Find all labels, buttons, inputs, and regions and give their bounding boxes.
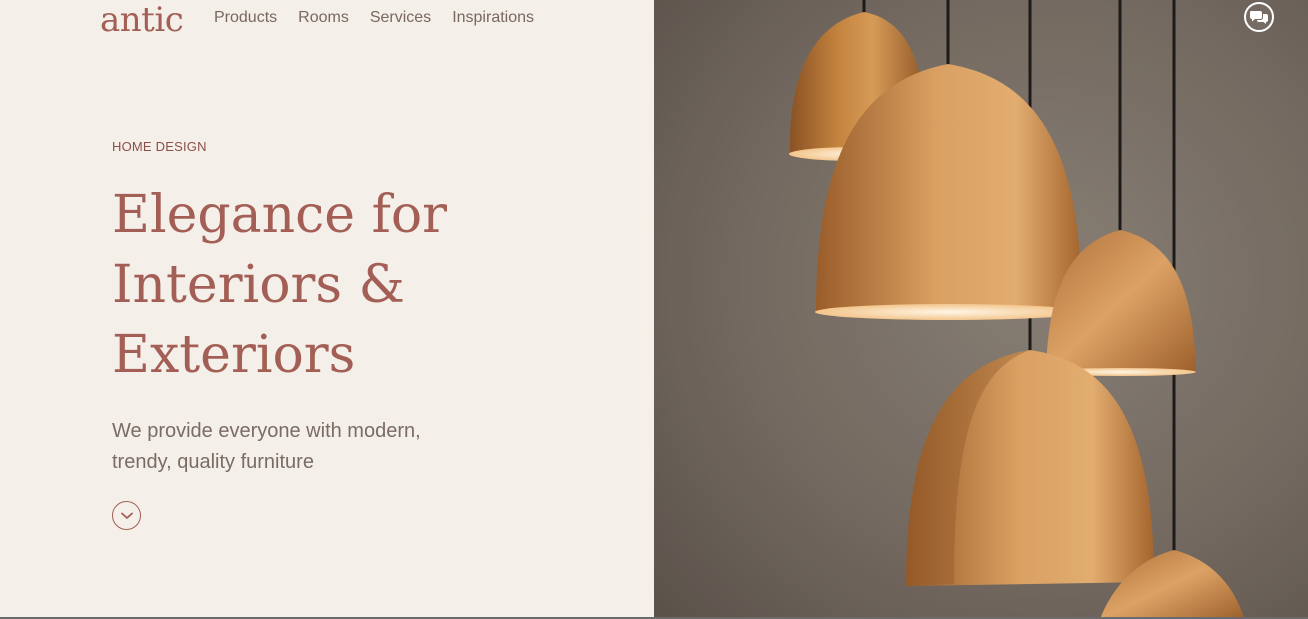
hero-eyebrow: HOME DESIGN [112,139,207,154]
hero-headline: Elegance for Interiors & Exteriors [112,180,592,390]
chevron-down-icon [120,512,133,519]
nav-item-products[interactable]: Products [214,9,277,27]
nav-item-inspirations[interactable]: Inspirations [452,9,534,27]
headline-line-2: Interiors & [112,255,405,315]
chat-button[interactable] [1244,2,1274,32]
nav-item-rooms[interactable]: Rooms [298,9,349,27]
hero-text-panel: antic Products Rooms Services Inspiratio… [0,0,654,619]
nav-item-services[interactable]: Services [370,9,431,27]
main-nav: Products Rooms Services Inspirations [214,9,534,27]
hero-lead: We provide everyone with modern, trendy,… [112,420,421,473]
copper-pendant-lamps-image [654,0,1308,619]
chat-bubbles-icon [1250,11,1268,24]
hero-image [654,0,1308,619]
headline-line-3: Exteriors [112,325,356,385]
scroll-down-button[interactable] [112,501,141,530]
brand-logo[interactable]: antic [100,0,184,40]
headline-line-1: Elegance for [112,185,447,245]
